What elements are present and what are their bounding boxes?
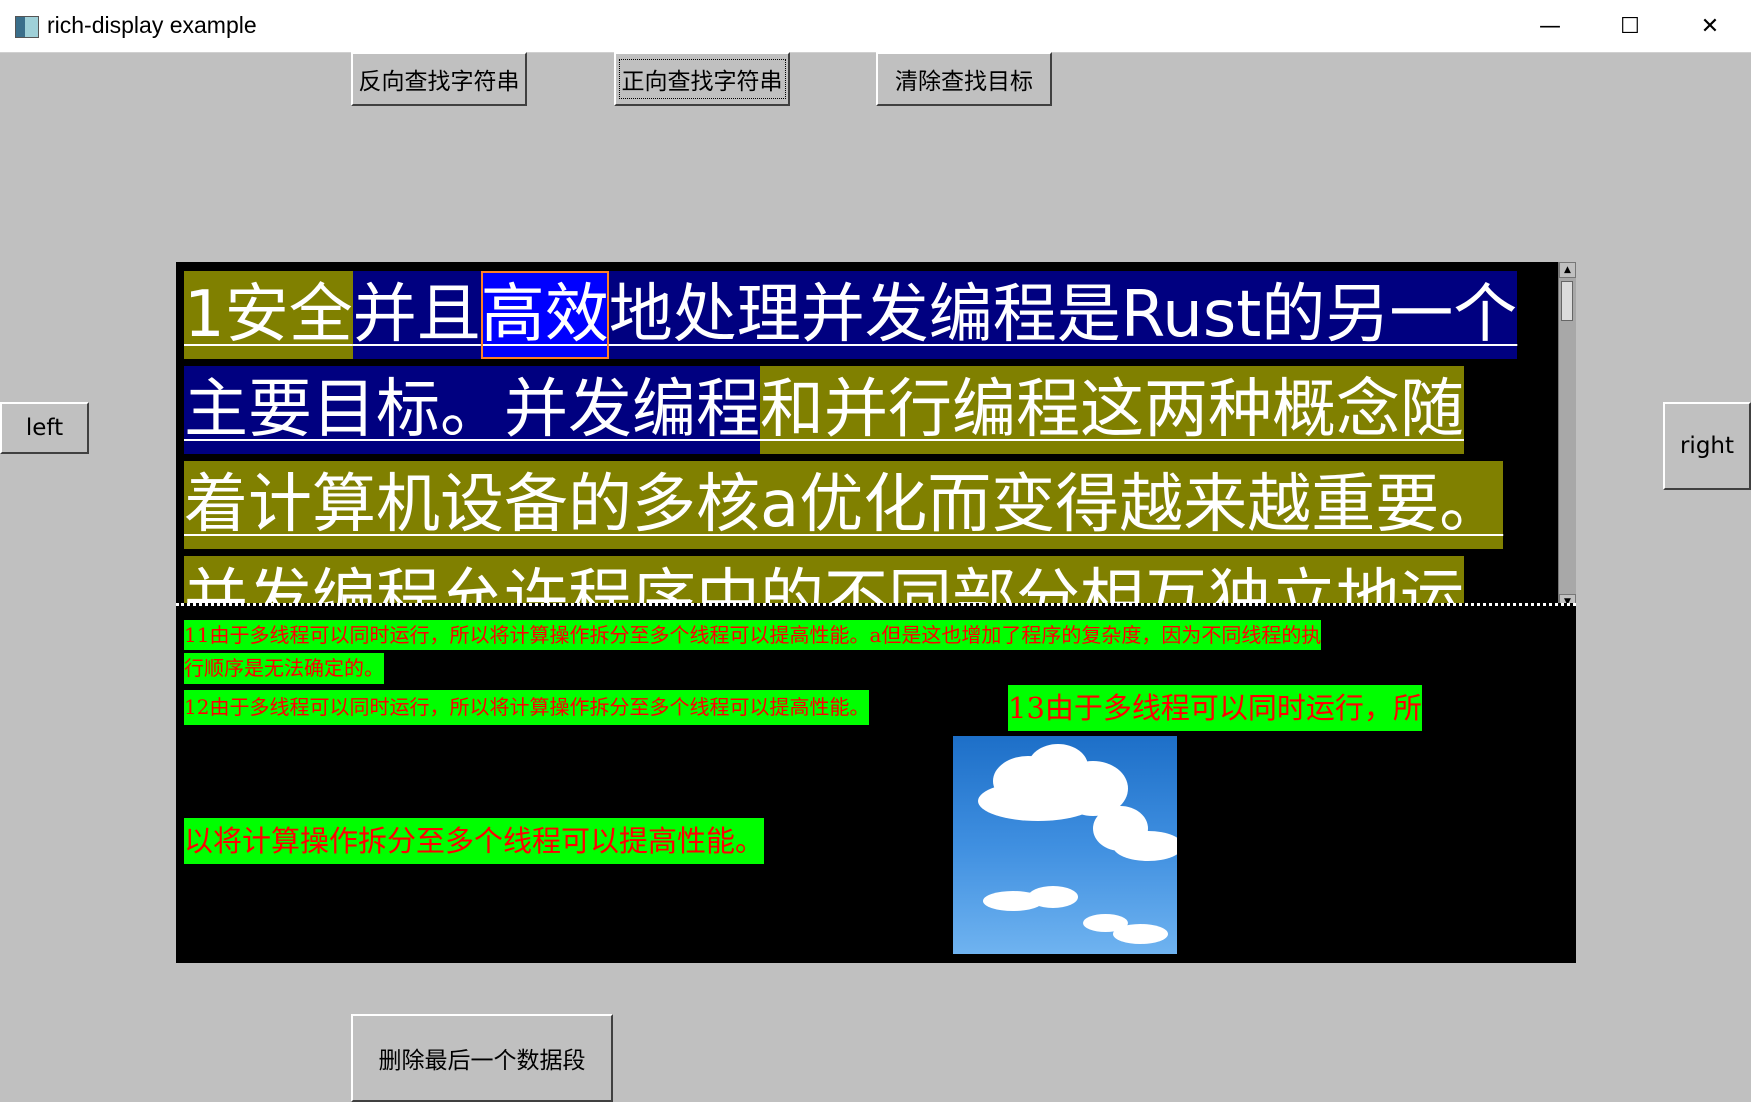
- sky-clouds-image: [953, 736, 1177, 954]
- text-line-2: 主要目标。并发编程和并行编程这两种概念随: [184, 366, 1464, 454]
- text-line-1: 1安全并且高效地处理并发编程是Rust的另一个: [184, 271, 1518, 359]
- scroll-up-arrow-icon[interactable]: ▲: [1559, 262, 1576, 278]
- paragraph-11-line-2: 行顺序是无法确定的。: [184, 653, 384, 684]
- scrollbar-thumb[interactable]: [1561, 281, 1573, 321]
- maximize-button[interactable]: ☐: [1590, 0, 1670, 52]
- reverse-find-label: 反向查找字符串: [358, 69, 520, 95]
- text-line-3: 着计算机设备的多核a优化而变得越来越重要。: [184, 461, 1504, 549]
- right-label: right: [1679, 433, 1735, 459]
- app-icon: [15, 16, 39, 38]
- clear-find-button[interactable]: 清除查找目标: [876, 52, 1052, 106]
- delete-last-segment-button[interactable]: 删除最后一个数据段: [351, 1014, 613, 1102]
- rich-display-top-pane[interactable]: 1安全并且高效地处理并发编程是Rust的另一个 主要目标。并发编程和并行编程这两…: [176, 262, 1576, 610]
- text-segment: 着计算机设备的多核a优化而变得越来越重要。: [184, 461, 1504, 549]
- left-button[interactable]: left: [0, 402, 89, 454]
- rich-display-bottom-pane[interactable]: 11由于多线程可以同时运行，所以将计算操作拆分至多个线程可以提高性能。a但是这也…: [176, 611, 1576, 963]
- text-segment: 和并行编程这两种概念随: [760, 366, 1464, 454]
- minimize-button[interactable]: —: [1510, 0, 1590, 52]
- text-segment: 地处理并发编程是Rust的另一个: [608, 271, 1518, 359]
- paragraph-12: 12由于多线程可以同时运行，所以将计算操作拆分至多个线程可以提高性能。: [184, 690, 870, 725]
- forward-find-label: 正向查找字符串: [618, 59, 786, 99]
- text-segment: 并发编程允许程序中的不同部分相互独立地运: [184, 556, 1464, 610]
- text-segment: 主要目标。并发编程: [184, 366, 760, 454]
- paragraph-13-line-2: 以将计算操作拆分至多个线程可以提高性能。: [184, 818, 765, 864]
- clear-find-label: 清除查找目标: [895, 69, 1033, 95]
- text-segment: 并且: [352, 271, 481, 359]
- left-label: left: [25, 415, 64, 441]
- reverse-find-button[interactable]: 反向查找字符串: [351, 52, 527, 106]
- text-line-4: 并发编程允许程序中的不同部分相互独立地运: [184, 556, 1464, 610]
- close-button[interactable]: ✕: [1670, 0, 1750, 52]
- forward-find-button[interactable]: 正向查找字符串: [614, 52, 790, 106]
- window-title: rich-display example: [47, 12, 257, 38]
- right-button[interactable]: right: [1663, 402, 1751, 490]
- delete-last-label: 删除最后一个数据段: [378, 1048, 586, 1074]
- pane-divider[interactable]: [176, 603, 1576, 611]
- paragraph-13-line-1: 13由于多线程可以同时运行，所: [1008, 685, 1422, 731]
- text-segment: 1安全: [184, 271, 353, 359]
- title-bar: rich-display example — ☐ ✕: [0, 0, 1751, 53]
- search-highlight: 高效: [480, 271, 609, 359]
- paragraph-11-line-1: 11由于多线程可以同时运行，所以将计算操作拆分至多个线程可以提高性能。a但是这也…: [184, 620, 1322, 650]
- vertical-scrollbar[interactable]: ▲ ▼: [1558, 262, 1576, 610]
